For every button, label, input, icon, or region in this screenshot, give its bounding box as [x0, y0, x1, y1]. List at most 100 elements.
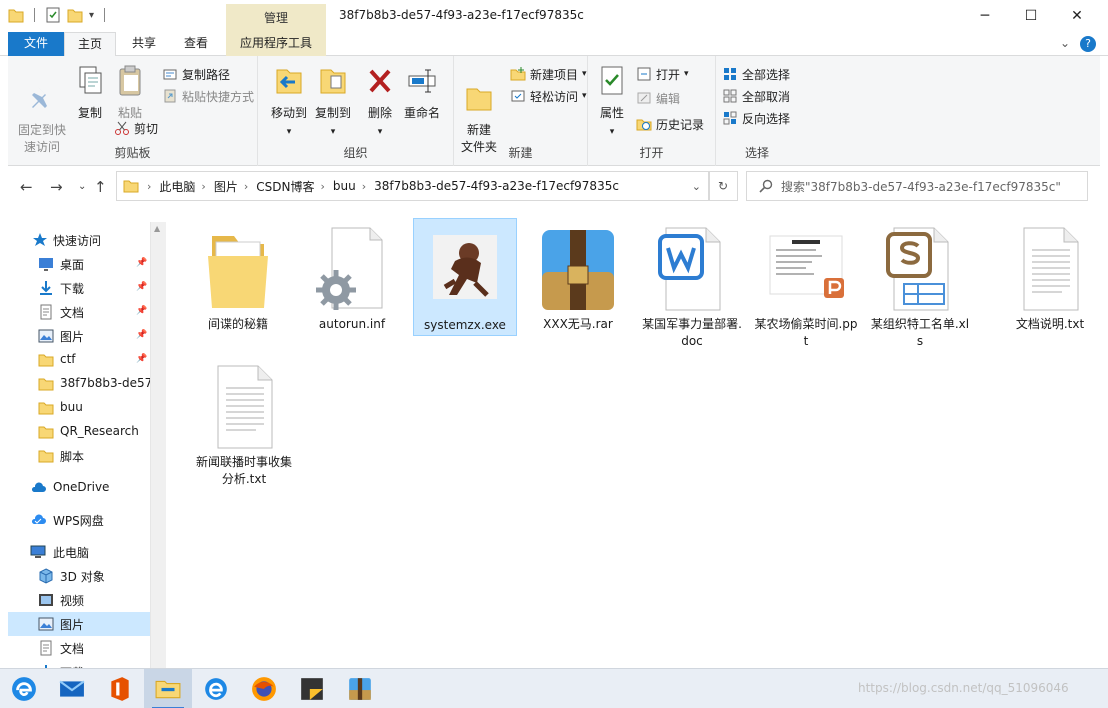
- file-item[interactable]: systemzx.exe: [413, 218, 517, 336]
- nav-item[interactable]: 38f7b8b3-de57: [8, 372, 150, 396]
- nav-item[interactable]: QR_Research: [8, 420, 150, 444]
- open-button[interactable]: 打开 ▾: [636, 64, 689, 84]
- invert-selection-button[interactable]: 反向选择: [722, 108, 790, 128]
- tab-file[interactable]: 文件: [8, 32, 64, 56]
- address-bar[interactable]: › 此电脑 › 图片 › CSDN博客 › buu › 38f7b8b3-de5…: [116, 171, 710, 201]
- text-file-icon: [204, 360, 284, 452]
- sticky-notes-icon[interactable]: [288, 669, 336, 708]
- nav-item[interactable]: 脚本: [8, 444, 150, 468]
- breadcrumb-chevron-icon[interactable]: ›: [201, 180, 205, 193]
- nav-item[interactable]: OneDrive: [8, 476, 150, 500]
- minimize-button[interactable]: ─: [962, 0, 1008, 32]
- tab-share[interactable]: 共享: [122, 32, 166, 56]
- help-icon[interactable]: ?: [1080, 36, 1096, 52]
- easy-access-button[interactable]: 轻松访问 ▾: [510, 86, 587, 106]
- paste-shortcut-button[interactable]: 粘贴快捷方式: [162, 86, 254, 106]
- nav-item-label: QR_Research: [60, 424, 139, 438]
- address-dropdown-icon[interactable]: ⌄: [692, 180, 701, 193]
- refresh-icon[interactable]: ↻: [708, 171, 738, 201]
- clipboard-group-label: 剪贴板: [114, 146, 151, 160]
- breadcrumb-chevron-icon[interactable]: ›: [362, 180, 366, 193]
- nav-item[interactable]: WPS网盘: [8, 508, 150, 532]
- breadcrumb-this-pc[interactable]: 此电脑: [159, 178, 195, 195]
- nav-item[interactable]: 快速访问: [8, 228, 150, 252]
- pin-icon: 📌: [136, 354, 148, 364]
- nav-item[interactable]: ctf 📌: [8, 348, 150, 372]
- explorer-icon[interactable]: [144, 669, 192, 708]
- nav-item[interactable]: 文档: [8, 636, 150, 660]
- nav-item[interactable]: 图片: [8, 612, 150, 636]
- nav-item[interactable]: 此电脑: [8, 540, 150, 564]
- firefox-icon[interactable]: [240, 669, 288, 708]
- copy-path-button[interactable]: 复制路径: [162, 64, 230, 84]
- file-item[interactable]: 文档说明.txt: [998, 222, 1102, 333]
- breadcrumb-chevron-icon[interactable]: ›: [147, 180, 151, 193]
- tab-home[interactable]: 主页: [64, 32, 116, 57]
- nav-item[interactable]: 下载 📌: [8, 276, 150, 300]
- back-arrow-icon[interactable]: ←: [20, 178, 33, 196]
- nav-scrollbar[interactable]: ▲: [150, 222, 166, 668]
- rename-button[interactable]: 重命名: [400, 64, 444, 122]
- folder-icon[interactable]: [8, 6, 24, 24]
- delete-button[interactable]: 删除 ▾: [360, 64, 400, 141]
- file-item[interactable]: XXX无马.rar: [526, 222, 630, 333]
- breadcrumb-chevron-icon[interactable]: ›: [320, 180, 324, 193]
- collapse-ribbon-icon[interactable]: ⌄: [1060, 36, 1070, 50]
- edit-button[interactable]: 编辑: [636, 88, 680, 108]
- file-item[interactable]: 间谍的秘籍: [186, 222, 290, 333]
- tab-app-tools[interactable]: 应用程序工具: [226, 32, 326, 56]
- pin-quick-access-button[interactable]: 固定到快 速访问: [12, 64, 72, 156]
- file-item[interactable]: 某国军事力量部署.doc: [640, 222, 744, 350]
- cut-button[interactable]: 剪切: [114, 118, 158, 138]
- ie-icon[interactable]: [192, 669, 240, 708]
- search-icon: [759, 179, 773, 193]
- edge-icon[interactable]: [0, 669, 48, 708]
- search-input[interactable]: 搜索"38f7b8b3-de57-4f93-a23e-f17ecf97835c": [746, 171, 1088, 201]
- select-all-button[interactable]: 全部选择: [722, 64, 790, 84]
- nav-item[interactable]: buu: [8, 396, 150, 420]
- chevron-down-icon[interactable]: ▾: [89, 10, 94, 21]
- file-item[interactable]: 某农场偷菜时间.ppt: [754, 222, 858, 350]
- new-item-button[interactable]: 新建项目 ▾: [510, 64, 587, 84]
- new-folder-button[interactable]: 新建 文件夹: [454, 64, 504, 156]
- properties-button[interactable]: 属性 ▾: [592, 64, 632, 141]
- recent-locations-chevron-icon[interactable]: ⌄: [78, 181, 86, 192]
- maximize-button[interactable]: ☐: [1008, 0, 1054, 32]
- winrar-icon[interactable]: [336, 669, 384, 708]
- file-item[interactable]: autorun.inf: [300, 222, 404, 333]
- nav-item[interactable]: 文档 📌: [8, 300, 150, 324]
- nav-item[interactable]: 3D 对象: [8, 564, 150, 588]
- breadcrumb-current[interactable]: 38f7b8b3-de57-4f93-a23e-f17ecf97835c: [374, 179, 619, 193]
- new-folder-icon[interactable]: [67, 6, 83, 24]
- up-arrow-icon[interactable]: ↑: [94, 178, 107, 196]
- nav-item[interactable]: 下载: [8, 660, 150, 668]
- chevron-down-icon: ▾: [582, 69, 587, 79]
- new-item-icon: [510, 67, 526, 81]
- easy-access-label: 轻松访问: [530, 89, 579, 104]
- select-none-button[interactable]: 全部取消: [722, 86, 790, 106]
- move-to-button[interactable]: 移动到 ▾: [266, 64, 312, 141]
- nav-item[interactable]: 桌面 📌: [8, 252, 150, 276]
- file-item[interactable]: 某组织特工名单.xls: [868, 222, 972, 350]
- folder-icon: [38, 448, 54, 464]
- close-button[interactable]: ✕: [1054, 0, 1100, 32]
- divider: [104, 8, 106, 22]
- properties-icon[interactable]: [45, 6, 61, 24]
- forward-arrow-icon[interactable]: →: [50, 178, 63, 196]
- manage-contextual-label[interactable]: 管理: [226, 4, 326, 32]
- breadcrumb-chevron-icon[interactable]: ›: [244, 180, 248, 193]
- breadcrumb-csdn[interactable]: CSDN博客: [256, 178, 314, 195]
- nav-item[interactable]: 图片 📌: [8, 324, 150, 348]
- tab-view[interactable]: 查看: [174, 32, 218, 56]
- history-button[interactable]: 历史记录: [636, 114, 704, 134]
- copy-button[interactable]: 复制: [68, 64, 112, 122]
- nav-item[interactable]: 视频: [8, 588, 150, 612]
- paste-button[interactable]: 粘贴: [108, 64, 152, 122]
- copy-to-button[interactable]: 复制到 ▾: [310, 64, 356, 141]
- scroll-up-icon[interactable]: ▲: [154, 224, 160, 233]
- office-icon[interactable]: [96, 669, 144, 708]
- mail-icon[interactable]: [48, 669, 96, 708]
- breadcrumb-buu[interactable]: buu: [333, 179, 356, 193]
- file-item[interactable]: 新闻联播时事收集分析.txt: [192, 360, 296, 488]
- breadcrumb-pictures[interactable]: 图片: [214, 178, 238, 195]
